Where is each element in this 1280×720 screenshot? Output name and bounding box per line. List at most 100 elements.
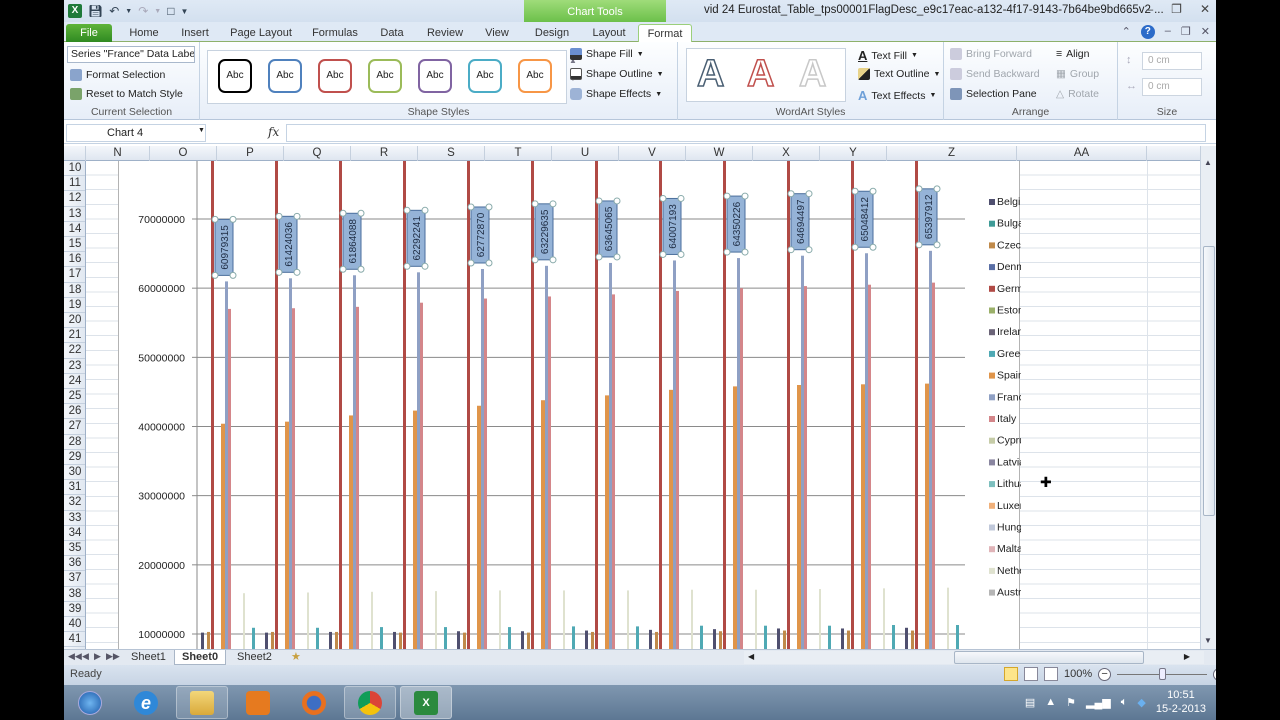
new-document-icon[interactable]: □ bbox=[167, 4, 174, 18]
shape-height-input[interactable]: 0 cm bbox=[1142, 52, 1202, 70]
minimize-window-button[interactable]: – bbox=[1146, 2, 1153, 16]
scroll-down-icon[interactable]: ▼ bbox=[1204, 636, 1212, 645]
row-header-34[interactable]: 34 bbox=[64, 526, 85, 541]
select-all-corner[interactable] bbox=[64, 146, 86, 161]
row-header-11[interactable]: 11 bbox=[64, 176, 85, 192]
zoom-slider-knob[interactable] bbox=[1158, 668, 1166, 680]
taskbar-file-explorer[interactable] bbox=[176, 686, 228, 719]
action-center-flag-icon[interactable]: ⚑ bbox=[1066, 696, 1076, 709]
row-header-21[interactable]: 21 bbox=[64, 328, 85, 344]
taskbar-excel[interactable]: X bbox=[400, 686, 452, 719]
vertical-scroll-thumb[interactable] bbox=[1203, 246, 1215, 516]
column-header-u[interactable]: U bbox=[552, 146, 619, 161]
shape-style-black[interactable]: Abc bbox=[218, 59, 252, 93]
vertical-scrollbar[interactable]: ▲ ▼ bbox=[1200, 146, 1216, 649]
scroll-up-icon[interactable]: ▲ bbox=[1204, 158, 1212, 167]
scroll-right-icon[interactable]: ▶ bbox=[1184, 652, 1190, 661]
start-button[interactable] bbox=[64, 686, 116, 719]
first-sheet-icon[interactable]: ◀◀ bbox=[68, 651, 82, 662]
row-header-40[interactable]: 40 bbox=[64, 617, 85, 633]
tab-home[interactable]: Home bbox=[126, 24, 162, 42]
row-header-38[interactable]: 38 bbox=[64, 587, 85, 602]
taskbar-internet-explorer[interactable]: e bbox=[120, 686, 172, 719]
tab-review[interactable]: Review bbox=[424, 24, 466, 42]
save-icon[interactable]: 💾︎ bbox=[88, 4, 103, 18]
taskbar-media-player[interactable] bbox=[232, 686, 284, 719]
redo-dropdown-icon[interactable]: ▼ bbox=[154, 8, 161, 15]
minimize-ribbon-icon[interactable]: ⌃ bbox=[1122, 25, 1131, 39]
shape-style-green[interactable]: Abc bbox=[368, 59, 402, 93]
undo-icon[interactable]: ↶ bbox=[109, 4, 119, 18]
last-sheet-icon[interactable]: ▶▶ bbox=[106, 651, 120, 662]
column-header-aa[interactable]: AA bbox=[1017, 146, 1147, 161]
page-break-view-button[interactable] bbox=[1044, 667, 1058, 681]
row-header-37[interactable]: 37 bbox=[64, 571, 85, 587]
row-header-39[interactable]: 39 bbox=[64, 602, 85, 617]
taskbar-firefox[interactable] bbox=[288, 686, 340, 719]
sheet-tab-sheet0[interactable]: Sheet0 bbox=[174, 650, 227, 665]
shape-style-orange[interactable]: Abc bbox=[518, 59, 552, 93]
column-header-x[interactable]: X bbox=[753, 146, 820, 161]
name-box[interactable]: Chart 4 bbox=[66, 124, 206, 142]
taskbar-chrome[interactable] bbox=[344, 686, 396, 719]
minimize-workbook-button[interactable]: – bbox=[1165, 25, 1171, 39]
row-header-41[interactable]: 41 bbox=[64, 632, 85, 648]
volume-icon[interactable]: 🔈︎ bbox=[1121, 696, 1128, 709]
tab-layout[interactable]: Layout bbox=[588, 24, 630, 42]
format-selection-button[interactable]: Format Selection bbox=[70, 69, 165, 81]
tab-formulas[interactable]: Formulas bbox=[310, 24, 360, 42]
shape-style-aqua[interactable]: Abc bbox=[468, 59, 502, 93]
row-header-23[interactable]: 23 bbox=[64, 359, 85, 374]
tab-insert[interactable]: Insert bbox=[176, 24, 214, 42]
row-header-19[interactable]: 19 bbox=[64, 298, 85, 313]
row-header-25[interactable]: 25 bbox=[64, 389, 85, 405]
row-header-26[interactable]: 26 bbox=[64, 404, 85, 420]
column-header-p[interactable]: P bbox=[217, 146, 284, 161]
tab-data[interactable]: Data bbox=[376, 24, 408, 42]
tab-view[interactable]: View bbox=[480, 24, 514, 42]
zoom-out-button[interactable]: − bbox=[1098, 667, 1112, 681]
tab-file[interactable]: File bbox=[66, 24, 112, 42]
rotate-button[interactable]: △ Rotate bbox=[1056, 88, 1099, 100]
tab-design[interactable]: Design bbox=[530, 24, 574, 42]
column-header-w[interactable]: W bbox=[686, 146, 753, 161]
wordart-style-light[interactable]: A bbox=[798, 52, 827, 96]
row-header-33[interactable]: 33 bbox=[64, 511, 85, 526]
formula-input[interactable] bbox=[286, 124, 1206, 142]
name-box-dropdown-icon[interactable]: ▼ bbox=[198, 127, 205, 134]
sheet-tab-sheet2[interactable]: Sheet2 bbox=[230, 650, 279, 665]
shape-outline-button[interactable]: Shape Outline ▼ bbox=[570, 68, 664, 80]
restore-workbook-button[interactable]: ❐ bbox=[1181, 25, 1191, 39]
prev-sheet-icon[interactable]: ◀ bbox=[82, 651, 89, 662]
close-workbook-button[interactable]: ✕ bbox=[1201, 25, 1210, 39]
shape-style-red[interactable]: Abc bbox=[318, 59, 352, 93]
zoom-in-button[interactable]: + bbox=[1213, 667, 1216, 681]
row-header-16[interactable]: 16 bbox=[64, 252, 85, 268]
text-outline-button[interactable]: Text Outline ▼ bbox=[858, 68, 940, 80]
wordart-style-red[interactable]: A bbox=[746, 52, 775, 96]
selection-pane-button[interactable]: Selection Pane bbox=[950, 88, 1037, 100]
show-desktop-list-icon[interactable]: ▤ bbox=[1025, 696, 1035, 709]
reset-to-match-style-button[interactable]: Reset to Match Style bbox=[70, 88, 183, 100]
column-header-y[interactable]: Y bbox=[820, 146, 887, 161]
tab-page-layout[interactable]: Page Layout bbox=[228, 24, 294, 42]
row-header-12[interactable]: 12 bbox=[64, 191, 85, 207]
row-header-13[interactable]: 13 bbox=[64, 207, 85, 222]
chart-object[interactable]: 10000000 20000000 30000000 40000000 50000000… bbox=[118, 161, 1021, 649]
column-header-z[interactable]: Z bbox=[887, 146, 1017, 161]
show-hidden-icons-icon[interactable]: ▲ bbox=[1045, 696, 1056, 708]
row-header-36[interactable]: 36 bbox=[64, 556, 85, 572]
column-header-o[interactable]: O bbox=[150, 146, 217, 161]
insert-sheet-icon[interactable]: ★ bbox=[284, 650, 308, 665]
page-layout-view-button[interactable] bbox=[1024, 667, 1038, 681]
zoom-level[interactable]: 100% bbox=[1064, 668, 1092, 680]
tab-format[interactable]: Format bbox=[638, 24, 692, 42]
row-header-27[interactable]: 27 bbox=[64, 419, 85, 435]
row-header-17[interactable]: 17 bbox=[64, 267, 85, 283]
chart-element-selector[interactable]: Series "France" Data Labe bbox=[67, 46, 195, 63]
column-header-r[interactable]: R bbox=[351, 146, 418, 161]
help-icon[interactable]: ? bbox=[1140, 25, 1155, 39]
align-button[interactable]: ≡ Align bbox=[1056, 48, 1090, 60]
row-header-10[interactable]: 10 bbox=[64, 161, 85, 177]
column-header-v[interactable]: V bbox=[619, 146, 686, 161]
